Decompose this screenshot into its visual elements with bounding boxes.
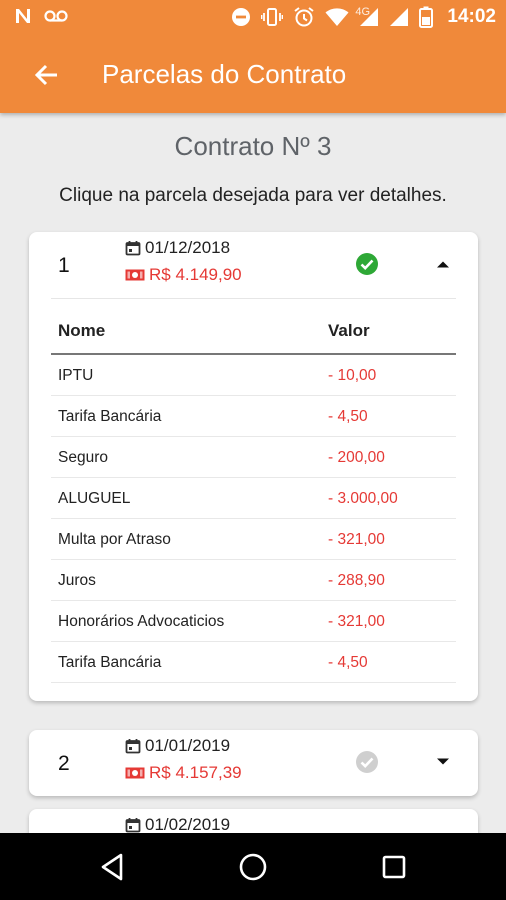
row-name: Tarifa Bancária xyxy=(58,654,162,671)
calendar-icon xyxy=(125,241,141,256)
table-row: Tarifa Bancária - 4,50 xyxy=(51,396,456,437)
row-value: - 321,00 xyxy=(328,531,385,548)
row-value: - 288,90 xyxy=(328,572,385,589)
table-row: Tarifa Bancária - 4,50 xyxy=(51,642,456,683)
installment-date-row: 01/02/2019 xyxy=(125,815,230,833)
row-name: Honorários Advocaticios xyxy=(58,613,225,630)
table-row: ALUGUEL - 3.000,00 xyxy=(51,478,456,519)
content-area: Contrato Nº 3 Clique na parcela desejada… xyxy=(0,113,506,833)
installment-header[interactable]: 1 01/12/2018 R$ 4.149,90 xyxy=(29,232,478,298)
system-navigation-bar xyxy=(0,833,506,900)
money-icon xyxy=(125,767,145,779)
app-bar: Parcelas do Contrato xyxy=(0,36,506,113)
table-row: Honorários Advocaticios - 321,00 xyxy=(51,601,456,642)
money-icon xyxy=(125,269,145,281)
network-type-label: 4G xyxy=(355,6,371,18)
row-value: - 3.000,00 xyxy=(328,490,398,507)
table-header: Nome Valor xyxy=(51,299,456,355)
installment-header[interactable]: 2 01/01/2019 R$ 4.157,39 xyxy=(29,730,478,796)
row-value: - 4,50 xyxy=(328,408,368,425)
installment-date-row: 01/12/2018 xyxy=(125,238,230,258)
n-notification-icon xyxy=(16,9,30,23)
column-header-name: Nome xyxy=(58,321,106,340)
row-name: Seguro xyxy=(58,449,108,466)
installment-date: 01/02/2019 xyxy=(145,815,231,833)
table-row: Multa por Atraso - 321,00 xyxy=(51,519,456,560)
back-triangle-icon[interactable] xyxy=(97,851,129,883)
top-bar: 4G 14:02 Parcelas do Contrato xyxy=(0,0,506,113)
calendar-icon xyxy=(125,739,141,754)
installment-amount: R$ 4.149,90 xyxy=(149,265,242,284)
installment-card: 01/02/2019 xyxy=(29,809,478,833)
installment-amount: R$ 4.157,39 xyxy=(149,763,242,782)
installment-number: 1 xyxy=(58,254,70,277)
row-name: IPTU xyxy=(58,367,94,384)
signal-icon xyxy=(390,8,409,26)
status-bar: 4G 14:02 xyxy=(0,0,506,36)
installment-date: 01/12/2018 xyxy=(145,238,231,257)
back-button[interactable] xyxy=(32,60,62,90)
calendar-icon xyxy=(125,818,141,833)
installment-amount-row: R$ 4.157,39 xyxy=(125,763,242,783)
row-name: Tarifa Bancária xyxy=(58,408,162,425)
caret-down-icon[interactable] xyxy=(436,757,450,767)
installment-card: 2 01/01/2019 R$ 4.157,39 xyxy=(29,730,478,796)
installment-details-table: Nome Valor IPTU - 10,00 Tarifa Bancária - … xyxy=(51,298,456,701)
check-circle-icon xyxy=(356,253,378,275)
home-circle-icon[interactable] xyxy=(237,851,269,883)
clock: 14:02 xyxy=(447,6,496,27)
installment-card: 1 01/12/2018 R$ 4.149,90 Nome Valor IPTU… xyxy=(29,232,478,701)
installment-date: 01/01/2019 xyxy=(145,736,231,755)
table-bottom-spacer xyxy=(51,683,456,701)
installment-number: 2 xyxy=(58,752,70,775)
alarm-icon xyxy=(294,7,314,27)
column-header-value: Valor xyxy=(328,321,370,340)
instructions-text: Clique na parcela desejada para ver deta… xyxy=(59,185,447,206)
arrow-left-icon xyxy=(35,64,57,85)
recents-square-icon[interactable] xyxy=(378,851,410,883)
row-name: Multa por Atraso xyxy=(58,531,171,548)
installment-header[interactable]: 01/02/2019 xyxy=(29,809,478,833)
table-row: Juros - 288,90 xyxy=(51,560,456,601)
page-title: Parcelas do Contrato xyxy=(102,59,347,89)
row-value: - 10,00 xyxy=(328,367,377,384)
vibrate-icon xyxy=(261,8,284,26)
installment-amount-row: R$ 4.149,90 xyxy=(125,265,242,285)
do-not-disturb-icon xyxy=(232,8,251,26)
contract-title: Contrato Nº 3 xyxy=(174,131,332,161)
battery-icon xyxy=(419,6,434,28)
wifi-icon xyxy=(325,8,349,26)
table-row: IPTU - 10,00 xyxy=(51,355,456,396)
caret-up-icon[interactable] xyxy=(436,259,450,269)
installment-date-row: 01/01/2019 xyxy=(125,736,230,756)
row-name: Juros xyxy=(58,572,96,589)
row-value: - 200,00 xyxy=(328,449,385,466)
row-value: - 4,50 xyxy=(328,654,368,671)
voicemail-icon xyxy=(44,10,68,22)
table-row: Seguro - 200,00 xyxy=(51,437,456,478)
check-circle-icon xyxy=(356,751,378,773)
row-name: ALUGUEL xyxy=(58,490,131,507)
row-value: - 321,00 xyxy=(328,613,385,630)
